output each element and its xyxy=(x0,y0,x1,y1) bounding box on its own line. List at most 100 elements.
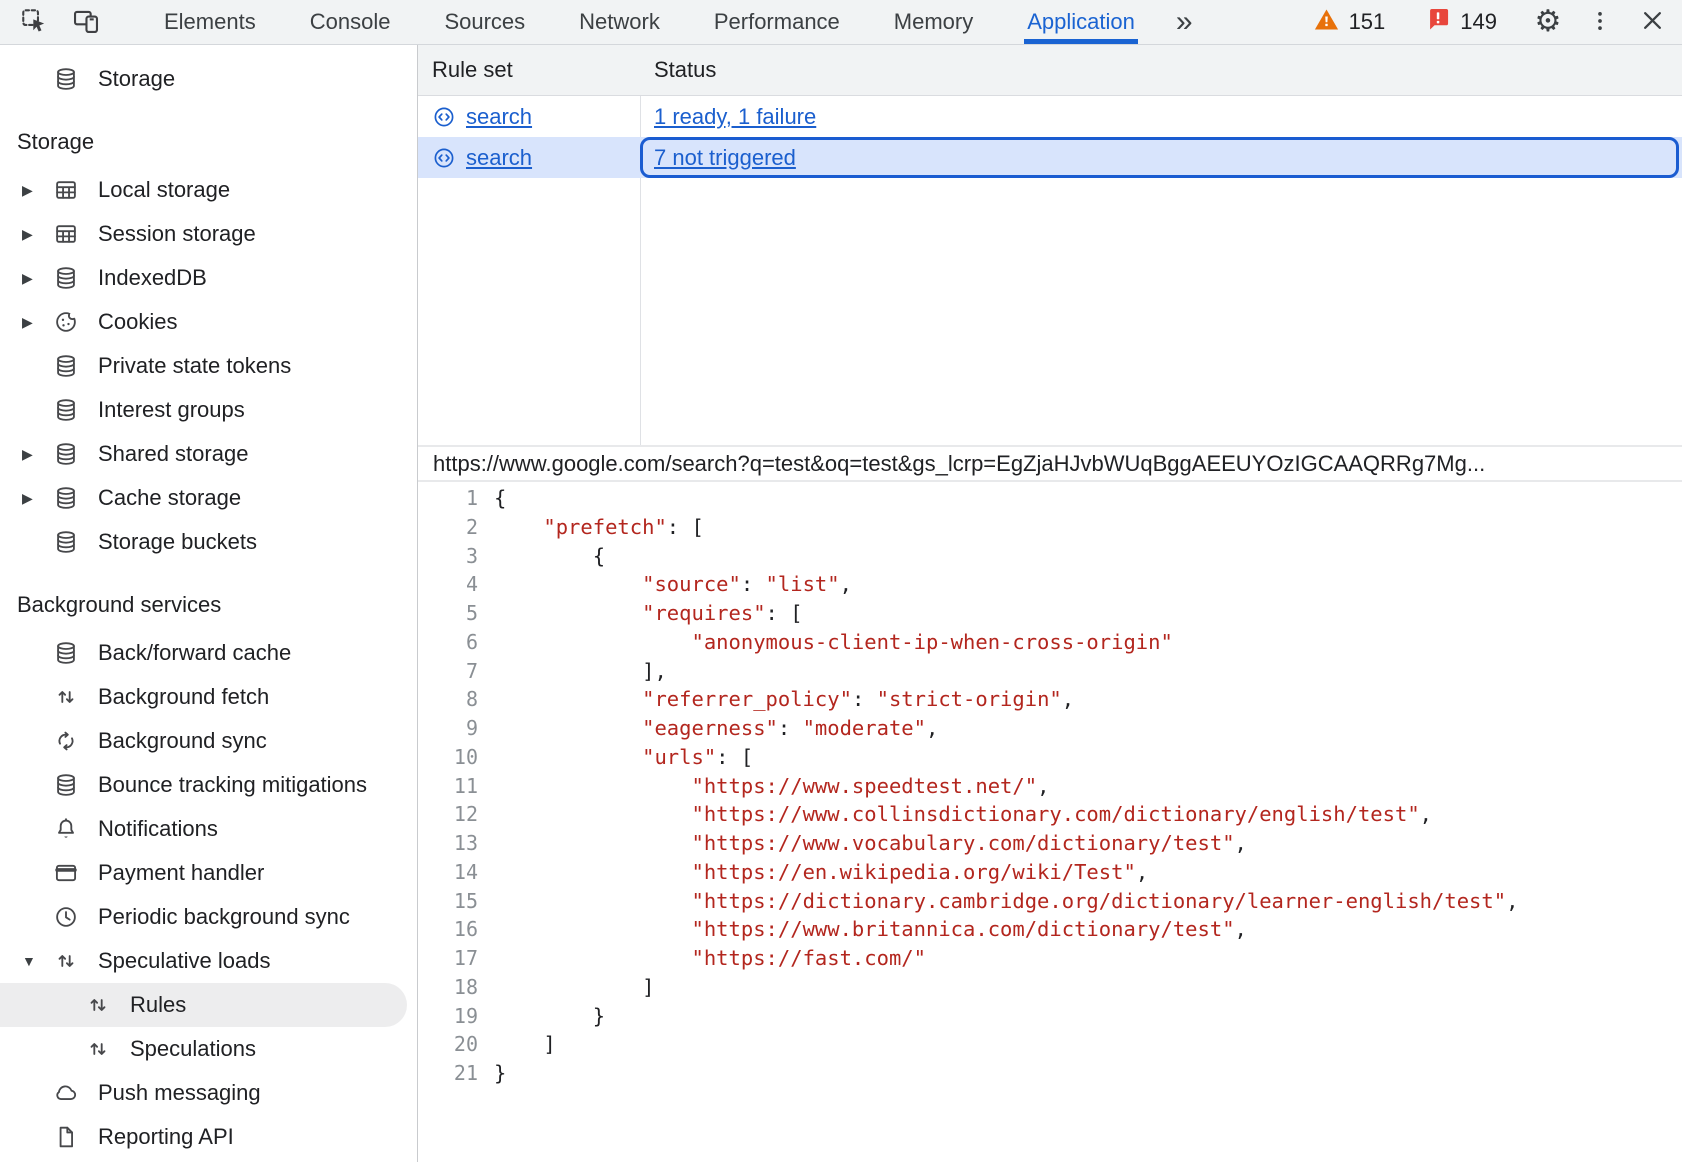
sidebar-item-cache-storage[interactable]: ▶ Cache storage xyxy=(0,476,407,520)
json-punctuation-token: , xyxy=(840,572,852,596)
sidebar-item-shared-storage[interactable]: ▶Shared storage xyxy=(0,432,407,476)
status-link[interactable]: 7 not triggered xyxy=(654,145,796,171)
code-line: 20 ] xyxy=(418,1030,1682,1059)
tab-memory[interactable]: Memory xyxy=(867,0,1000,44)
sidebar-section-title-storage: Storage xyxy=(17,129,417,155)
code-text: "referrer_policy": "strict-origin", xyxy=(490,685,1074,714)
inspect-element-button[interactable] xyxy=(8,0,60,44)
rule-set-link[interactable]: search xyxy=(466,145,532,171)
code-line: 14 "https://en.wikipedia.org/wiki/Test", xyxy=(418,858,1682,887)
customize-devtools-button[interactable] xyxy=(1574,0,1626,44)
code-line: 9 "eagerness": "moderate", xyxy=(418,714,1682,743)
json-string-token: "referrer_policy" xyxy=(642,687,852,711)
json-string-token: "strict-origin" xyxy=(877,687,1062,711)
triangle-right-icon[interactable]: ▶ xyxy=(0,183,52,197)
json-string-token: "eagerness" xyxy=(642,716,778,740)
card-icon xyxy=(52,860,80,886)
rule-set-row[interactable]: search 7 not triggered xyxy=(418,137,1682,178)
errors-counter[interactable]: 149 xyxy=(1419,5,1503,39)
tab-sources[interactable]: Sources xyxy=(417,0,552,44)
code-text: { xyxy=(490,542,605,571)
sidebar-item-speculative-loads[interactable]: ▼Speculative loads xyxy=(0,939,407,983)
json-punctuation-token: ] xyxy=(494,1032,556,1056)
rule-set-cell: search xyxy=(418,96,640,137)
sidebar-item-notifications[interactable]: Notifications xyxy=(0,807,407,851)
sidebar-item-local-storage[interactable]: ▶ Local storage xyxy=(0,168,407,212)
triangle-right-icon[interactable]: ▶ xyxy=(0,447,52,461)
tab-network[interactable]: Network xyxy=(552,0,687,44)
sidebar-item-speculations[interactable]: Speculations xyxy=(0,1027,407,1071)
line-number: 10 xyxy=(418,743,490,772)
sidebar-item-back-forward-cache[interactable]: Back/forward cache xyxy=(0,631,407,675)
warnings-counter[interactable]: 151 xyxy=(1307,5,1392,40)
sidebar-item-label: Background fetch xyxy=(98,684,269,710)
json-punctuation-token xyxy=(494,572,642,596)
sidebar-item-interest-groups[interactable]: Interest groups xyxy=(0,388,407,432)
bell-icon xyxy=(52,816,80,842)
json-punctuation-token: { xyxy=(494,544,605,568)
rule-set-link[interactable]: search xyxy=(466,104,532,130)
tab-console[interactable]: Console xyxy=(283,0,418,44)
sidebar-item-rules[interactable]: Rules xyxy=(0,983,407,1027)
line-number: 15 xyxy=(418,887,490,916)
status-link[interactable]: 1 ready, 1 failure xyxy=(654,104,816,130)
sidebar-item-label: Bounce tracking mitigations xyxy=(98,772,367,798)
triangle-down-icon[interactable]: ▼ xyxy=(0,954,52,968)
line-number: 8 xyxy=(418,685,490,714)
json-string-token: "prefetch" xyxy=(543,515,666,539)
code-text: } xyxy=(490,1002,605,1031)
sidebar-item-periodic-background-sync[interactable]: Periodic background sync xyxy=(0,895,407,939)
triangle-right-icon[interactable]: ▶ xyxy=(0,315,52,329)
sidebar-item-label: Cache storage xyxy=(98,485,241,511)
code-text: ] xyxy=(490,973,654,1002)
json-punctuation-token: , xyxy=(1136,860,1148,884)
triangle-right-icon[interactable]: ▶ xyxy=(0,271,52,285)
triangle-right-icon[interactable]: ▶ xyxy=(0,227,52,241)
sidebar-item-private-state-tokens[interactable]: Private state tokens xyxy=(0,344,407,388)
toggle-device-toolbar-button[interactable] xyxy=(60,0,112,44)
code-text: "https://www.collinsdictionary.com/dicti… xyxy=(490,800,1432,829)
tab-performance[interactable]: Performance xyxy=(687,0,867,44)
more-tabs-button[interactable]: » xyxy=(1166,0,1203,44)
sidebar-item-storage[interactable]: Storage xyxy=(0,57,407,101)
tab-application[interactable]: Application xyxy=(1000,0,1162,44)
sidebar-item-push-messaging[interactable]: Push messaging xyxy=(0,1071,407,1115)
json-string-token: "list" xyxy=(766,572,840,596)
sidebar-item-payment-handler[interactable]: Payment handler xyxy=(0,851,407,895)
sidebar-item-background-fetch[interactable]: Background fetch xyxy=(0,675,407,719)
sidebar-item-reporting-api[interactable]: Reporting API xyxy=(0,1115,407,1159)
rule-set-json-viewer[interactable]: 1{2 "prefetch": [3 {4 "source": "list",5… xyxy=(418,482,1682,1162)
tab-elements[interactable]: Elements xyxy=(137,0,283,44)
sidebar-item-bounce-tracking-mitigations[interactable]: Bounce tracking mitigations xyxy=(0,763,407,807)
sidebar-item-label: Storage buckets xyxy=(98,529,257,555)
rule-set-code-icon xyxy=(432,146,456,170)
error-count: 149 xyxy=(1460,9,1497,35)
sidebar-item-session-storage[interactable]: ▶ Session storage xyxy=(0,212,407,256)
line-number: 11 xyxy=(418,772,490,801)
status-cell: 7 not triggered xyxy=(640,137,1682,178)
json-punctuation-token: } xyxy=(494,1061,506,1085)
sidebar-item-indexeddb[interactable]: ▶ IndexedDB xyxy=(0,256,407,300)
code-line: 10 "urls": [ xyxy=(418,743,1682,772)
sidebar-item-storage-buckets[interactable]: Storage buckets xyxy=(0,520,407,564)
sidebar-item-cookies[interactable]: ▶Cookies xyxy=(0,300,407,344)
database-icon xyxy=(52,640,80,666)
code-line: 16 "https://www.britannica.com/dictionar… xyxy=(418,915,1682,944)
sidebar-item-label: Local storage xyxy=(98,177,230,203)
json-punctuation-token xyxy=(494,515,543,539)
code-line: 19 } xyxy=(418,1002,1682,1031)
json-punctuation-token: : [ xyxy=(716,745,753,769)
sidebar-item-label: Session storage xyxy=(98,221,256,247)
rule-set-row[interactable]: search 1 ready, 1 failure xyxy=(418,96,1682,137)
sidebar-item-background-sync[interactable]: Background sync xyxy=(0,719,407,763)
json-punctuation-token: , xyxy=(1235,831,1247,855)
settings-button[interactable]: ⚙ xyxy=(1522,0,1574,44)
cloud-icon xyxy=(52,1080,80,1106)
triangle-right-icon[interactable]: ▶ xyxy=(0,491,52,505)
sidebar-item-label: IndexedDB xyxy=(98,265,207,291)
json-string-token: "https://www.collinsdictionary.com/dicti… xyxy=(691,802,1419,826)
devtools-window: ElementsConsoleSourcesNetworkPerformance… xyxy=(0,0,1682,1162)
line-number: 14 xyxy=(418,858,490,887)
close-devtools-button[interactable] xyxy=(1626,0,1678,44)
code-line: 17 "https://fast.com/" xyxy=(418,944,1682,973)
